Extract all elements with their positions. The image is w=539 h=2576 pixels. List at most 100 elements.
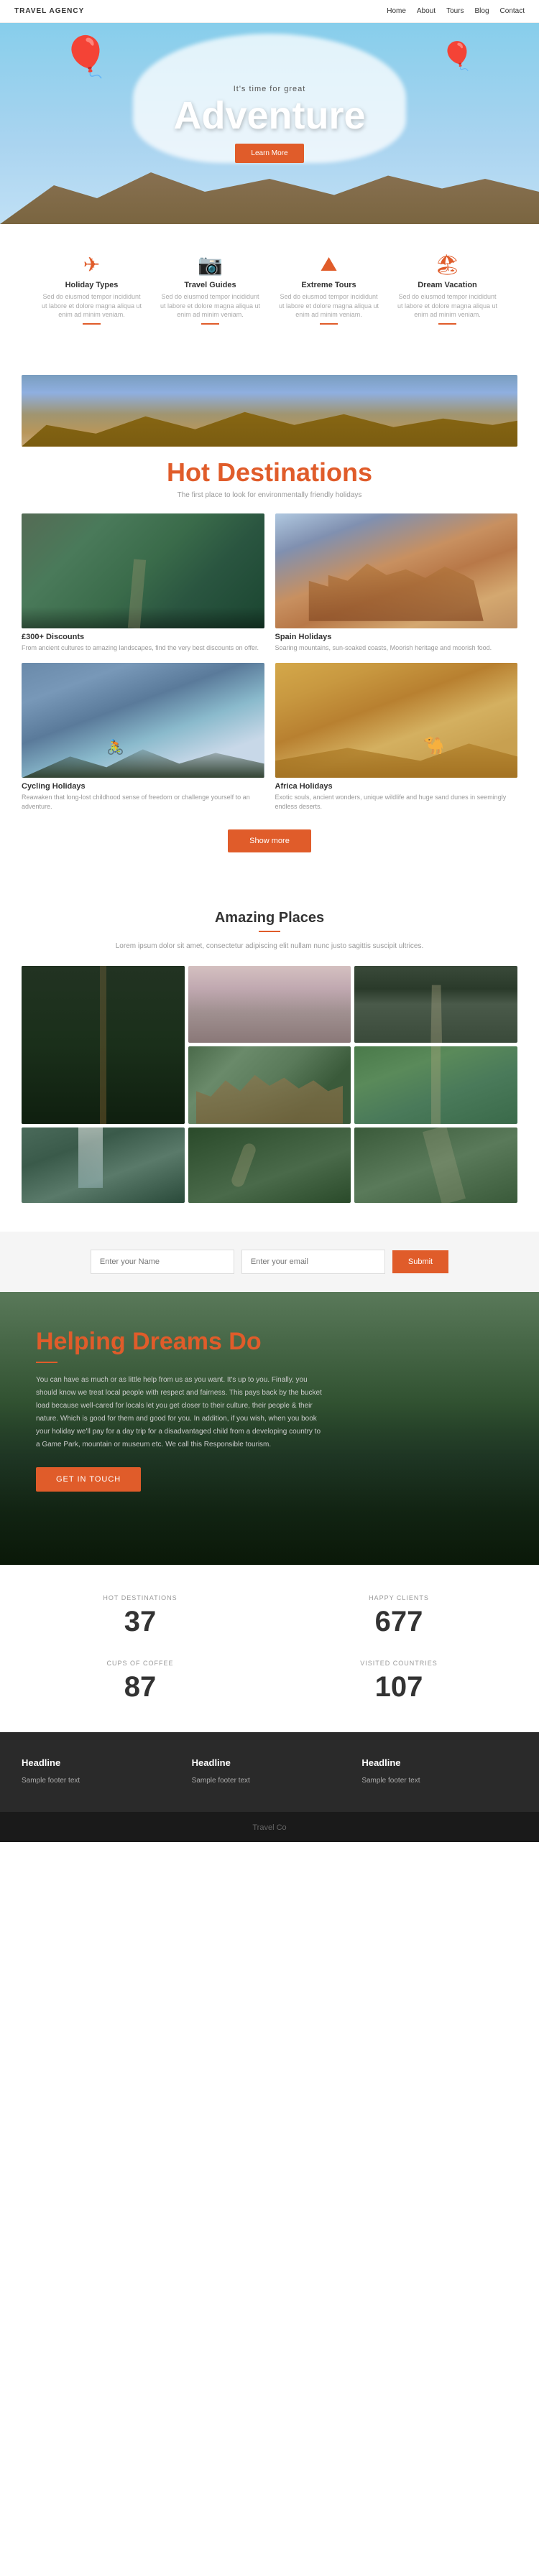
show-more-button[interactable]: Show more [228, 829, 311, 852]
amazing-places-section: Amazing Places Lorem ipsum dolor sit ame… [0, 881, 539, 1232]
footer-col-2-text: Sample footer text [192, 1775, 348, 1787]
nav-logo: TRAVEL AGENCY [14, 7, 84, 15]
balloon-left: 🎈 [61, 34, 110, 80]
dest-img-europe [22, 513, 264, 628]
hot-dest-mountain [22, 404, 517, 447]
navbar: TRAVEL AGENCY Home About Tours Blog Cont… [0, 0, 539, 23]
stat-hot-value: 37 [22, 1606, 259, 1638]
hero-cta-button[interactable]: Learn More [235, 144, 303, 163]
dest-card-europe: £300+ Discounts From ancient cultures to… [22, 513, 264, 653]
footer-col-2-title: Headline [192, 1757, 348, 1768]
stat-hot-destinations: HOT DESTINATIONS 37 [22, 1594, 259, 1638]
dest-desc-africa: Exotic souls, ancient wonders, unique wi… [275, 793, 518, 811]
footer-bottom: Travel Co [0, 1812, 539, 1842]
submit-button[interactable]: Submit [392, 1250, 448, 1273]
stat-clients-label: HAPPY CLIENTS [280, 1594, 517, 1601]
dest-title-cycling: Cycling Holidays [22, 782, 264, 791]
photo-village [188, 1046, 351, 1124]
dest-desc-europe: From ancient cultures to amazing landsca… [22, 643, 264, 653]
helping-dreams-content: Helping Dreams Do You can have as much o… [0, 1292, 359, 1565]
feature-travel-guides: 📷 Travel Guides Sed do eiusmod tempor in… [160, 253, 261, 325]
hero-subtitle: It's time for great [173, 85, 365, 93]
get-in-touch-button[interactable]: get in touch [36, 1467, 141, 1492]
stat-hot-label: HOT DESTINATIONS [22, 1594, 259, 1601]
dream-vacation-desc: Sed do eiusmod tempor incididunt ut labo… [397, 292, 498, 320]
hot-dest-bg [22, 375, 517, 447]
footer-col-3: Headline Sample footer text [361, 1757, 517, 1787]
travel-guides-line [201, 323, 219, 325]
helping-dreams-section: Helping Dreams Do You can have as much o… [0, 1292, 539, 1565]
dest-title-africa: Africa Holidays [275, 782, 518, 791]
amazing-photo-grid [22, 966, 517, 1203]
helping-dreams-divider [36, 1362, 57, 1363]
photo-winding-road [188, 1127, 351, 1203]
stat-countries: VISITED COUNTRIES 107 [280, 1660, 517, 1703]
footer-col-1-text: Sample footer text [22, 1775, 178, 1787]
dest-desc-cycling: Reawaken that long-lost childhood sense … [22, 793, 264, 811]
balloon-right: 🎈 [441, 41, 474, 73]
photo-curving-road [354, 1127, 517, 1203]
travel-guides-icon: 📷 [160, 253, 261, 276]
nav-link-tours[interactable]: Tours [446, 7, 464, 15]
email-cta-section: Submit [0, 1232, 539, 1292]
extreme-tours-line [320, 323, 338, 325]
footer-columns: Headline Sample footer text Headline Sam… [0, 1732, 539, 1812]
hot-destinations-title: Hot Destinations [22, 457, 517, 488]
photo-road-green [354, 1046, 517, 1124]
hero-section: 🎈 🎈 It's time for great Adventure Learn … [0, 23, 539, 224]
dest-img-africa: 🐪 [275, 663, 518, 778]
name-input[interactable] [91, 1250, 234, 1274]
stat-coffee-label: CUPS OF COFFEE [22, 1660, 259, 1667]
nav-link-blog[interactable]: Blog [475, 7, 489, 15]
amazing-places-desc: Lorem ipsum dolor sit amet, consectetur … [72, 941, 467, 952]
stat-happy-clients: HAPPY CLIENTS 677 [280, 1594, 517, 1638]
travel-guides-title: Travel Guides [160, 281, 261, 289]
extreme-tours-title: Extreme Tours [279, 281, 379, 289]
hero-content: It's time for great Adventure Learn More [173, 85, 365, 163]
feature-extreme-tours: ⛰ Extreme Tours Sed do eiusmod tempor in… [279, 253, 379, 325]
dest-card-spain: Spain Holidays Soaring mountains, sun-so… [275, 513, 518, 653]
nav-link-home[interactable]: Home [387, 7, 406, 15]
helping-dreams-body: You can have as much or as little help f… [36, 1374, 323, 1451]
nav-links: Home About Tours Blog Contact [387, 7, 525, 15]
stat-clients-value: 677 [280, 1606, 517, 1638]
dest-card-cycling: 🚴 Cycling Holidays Reawaken that long-lo… [22, 663, 264, 811]
photo-forest-road [22, 966, 185, 1124]
stat-coffee: CUPS OF COFFEE 87 [22, 1660, 259, 1703]
footer: Headline Sample footer text Headline Sam… [0, 1732, 539, 1842]
photo-dark-road [354, 966, 517, 1043]
stat-coffee-value: 87 [22, 1671, 259, 1703]
footer-col-1-title: Headline [22, 1757, 178, 1768]
dest-img-spain [275, 513, 518, 628]
holiday-types-line [83, 323, 101, 325]
dest-title-europe: £300+ Discounts [22, 633, 264, 641]
extreme-tours-desc: Sed do eiusmod tempor incididunt ut labo… [279, 292, 379, 320]
holiday-types-icon: ✈ [42, 253, 142, 276]
amazing-places-divider [259, 931, 280, 932]
footer-col-1: Headline Sample footer text [22, 1757, 178, 1787]
travel-guides-desc: Sed do eiusmod tempor incididunt ut labo… [160, 292, 261, 320]
dest-desc-spain: Soaring mountains, sun-soaked coasts, Mo… [275, 643, 518, 653]
nav-link-contact[interactable]: Contact [500, 7, 525, 15]
photo-mountain-pink [188, 966, 351, 1043]
dest-title-spain: Spain Holidays [275, 633, 518, 641]
holiday-types-title: Holiday Types [42, 281, 142, 289]
stat-countries-value: 107 [280, 1671, 517, 1703]
feature-dream-vacation: 🏖 Dream Vacation Sed do eiusmod tempor i… [397, 253, 498, 325]
hot-destinations-section: Hot Destinations The first place to look… [0, 353, 539, 881]
footer-col-3-title: Headline [361, 1757, 517, 1768]
amazing-places-title: Amazing Places [22, 910, 517, 926]
hero-mountain [0, 159, 539, 224]
dest-card-africa: 🐪 Africa Holidays Exotic souls, ancient … [275, 663, 518, 811]
footer-col-2: Headline Sample footer text [192, 1757, 348, 1787]
features-section: ✈ Holiday Types Sed do eiusmod tempor in… [0, 224, 539, 353]
feature-holiday-types: ✈ Holiday Types Sed do eiusmod tempor in… [42, 253, 142, 325]
stats-section: HOT DESTINATIONS 37 HAPPY CLIENTS 677 CU… [0, 1565, 539, 1732]
nav-link-about[interactable]: About [417, 7, 436, 15]
dream-vacation-line [438, 323, 456, 325]
holiday-types-desc: Sed do eiusmod tempor incididunt ut labo… [42, 292, 142, 320]
destination-grid: £300+ Discounts From ancient cultures to… [22, 513, 517, 812]
footer-bottom-text: Travel Co [252, 1823, 286, 1832]
photo-waterfall [22, 1127, 185, 1203]
email-input[interactable] [241, 1250, 385, 1274]
